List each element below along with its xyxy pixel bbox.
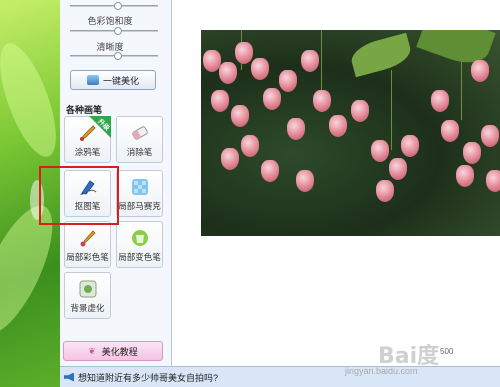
edited-photo[interactable] bbox=[201, 30, 500, 236]
tool-label: 消除笔 bbox=[126, 147, 153, 157]
watermark-site: jingyan.baidu.com bbox=[345, 366, 418, 376]
color-brush-icon bbox=[80, 230, 96, 247]
magic-picture-icon bbox=[86, 75, 99, 85]
eraser-icon bbox=[131, 126, 148, 140]
tool-label: 背景虚化 bbox=[70, 303, 105, 313]
tool-doodle-brush[interactable]: 升级 涂鸦笔 bbox=[64, 116, 111, 163]
status-message-link[interactable]: 想知道附近有多少帅哥美女自拍吗? bbox=[78, 371, 218, 384]
size-readout: 500 bbox=[440, 347, 454, 356]
blur-icon bbox=[79, 280, 96, 298]
mosaic-icon bbox=[131, 179, 148, 195]
slider-knob[interactable] bbox=[114, 2, 122, 10]
tool-local-color-brush[interactable]: 局部彩色笔 bbox=[64, 221, 111, 268]
tool-background-blur[interactable]: 背景虚化 bbox=[64, 272, 111, 319]
speaker-icon bbox=[64, 372, 74, 382]
sharpness-label: 清晰度 bbox=[96, 42, 124, 52]
slider-knob[interactable] bbox=[114, 52, 122, 60]
tool-eraser[interactable]: 消除笔 bbox=[116, 116, 163, 163]
status-bar: 想知道附近有多少帅哥美女自拍吗? bbox=[60, 366, 500, 387]
tool-local-recolor-brush[interactable]: 局部变色笔 bbox=[116, 221, 163, 268]
slider-knob[interactable] bbox=[114, 27, 122, 35]
saturation-label: 色彩饱和度 bbox=[87, 16, 133, 26]
tool-local-mosaic[interactable]: 局部马赛克 bbox=[116, 170, 163, 217]
one-click-label: 一键美化 bbox=[102, 75, 139, 86]
brushes-section-title: 各种画笔 bbox=[66, 105, 103, 115]
beautify-tutorial-button[interactable]: ❦ 美化教程 bbox=[63, 341, 163, 361]
saturation-slider[interactable] bbox=[70, 27, 158, 35]
footprint-icon: ❦ bbox=[88, 345, 96, 356]
tool-label: 涂鸦笔 bbox=[74, 147, 101, 157]
recolor-bucket-icon bbox=[131, 230, 148, 246]
sharpness-slider[interactable] bbox=[70, 52, 158, 60]
tutorial-label: 美化教程 bbox=[101, 346, 138, 357]
highlight-annotation-box bbox=[39, 166, 119, 225]
tool-label: 局部彩色笔 bbox=[66, 252, 109, 262]
upgrade-badge: 升级 bbox=[89, 116, 111, 138]
top-slider[interactable] bbox=[70, 2, 158, 10]
tool-label: 局部变色笔 bbox=[118, 252, 161, 262]
one-click-beautify-button[interactable]: 一键美化 bbox=[70, 70, 156, 90]
tool-label: 局部马赛克 bbox=[118, 201, 161, 211]
